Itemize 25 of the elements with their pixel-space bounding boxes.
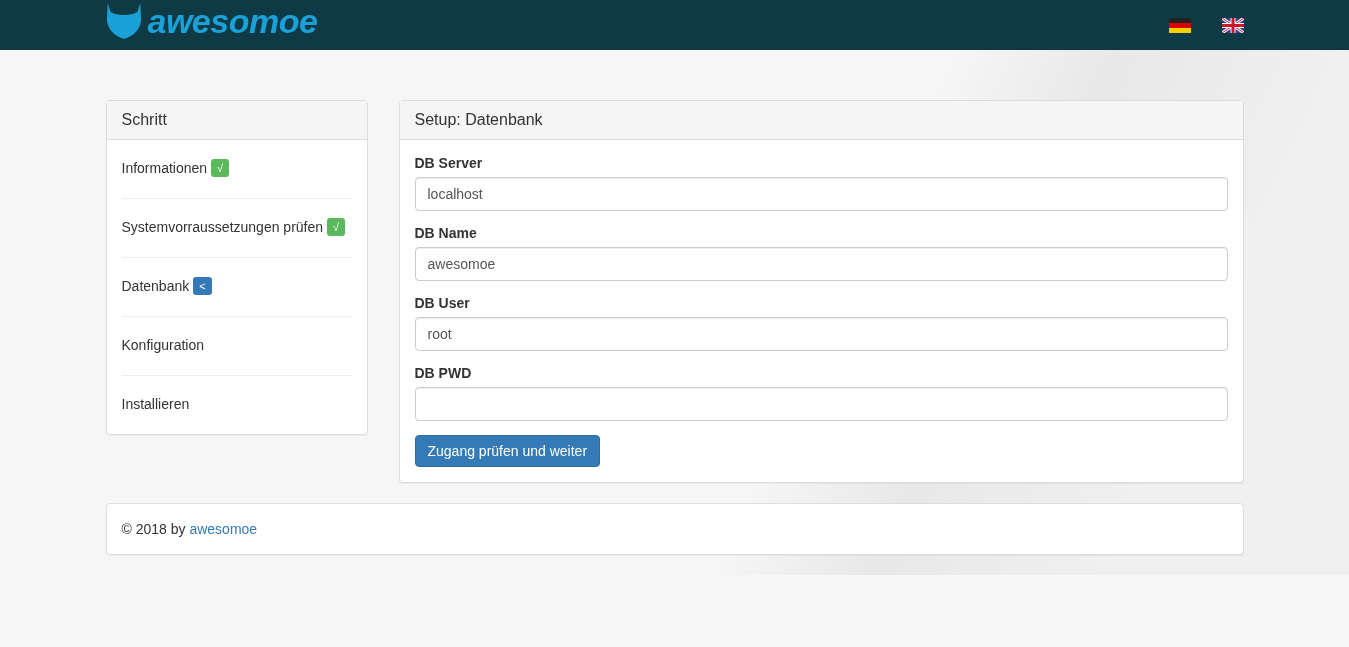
input-field[interactable]: localhost [414,177,1228,211]
uk-flag-icon[interactable] [1221,17,1244,33]
panel-heading: Setup: Datenbank [399,101,1243,140]
input-field[interactable]: awesomoe [414,247,1228,281]
step-label: Informationen [121,159,208,176]
step-label: Konfiguration [121,336,204,353]
submit-button[interactable]: Zugang prüfen und weiter [414,435,601,467]
step-label: Datenbank [121,277,190,294]
german-flag-icon[interactable] [1168,17,1191,33]
copyright-text: © 2018 by [121,521,186,537]
brand-logo[interactable]: awesomoe [105,1,318,41]
input-field[interactable] [414,387,1228,421]
current-badge: < [193,276,212,295]
input-field[interactable]: root [414,317,1228,351]
step-label: Installieren [121,395,190,412]
done-badge: √ [211,158,230,177]
field-label: DB Server [414,155,484,171]
field-label: DB User [414,295,471,311]
beard-icon [105,2,142,40]
field-label: DB PWD [414,365,473,381]
panel-heading: Schritt [106,101,367,140]
field-label: DB Name [414,225,478,241]
done-badge: √ [327,217,346,236]
author-link[interactable]: awesomoe [189,521,258,537]
step-label: Systemvorraussetzungen prüfen [121,218,324,235]
